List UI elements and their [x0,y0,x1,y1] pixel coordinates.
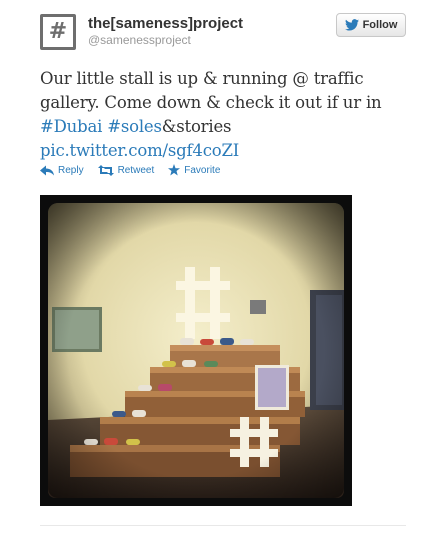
tweet-line-2: gallery. Come down & check it out if ur … [40,93,382,112]
favorite-action[interactable]: Favorite [168,164,220,176]
user-name[interactable]: the[sameness]project [88,15,243,32]
tweet-actions: Reply Retweet Favorite [40,164,220,176]
tweet-text: Our little stall is up & running @ traff… [40,67,420,163]
follow-label: Follow [362,19,398,31]
avatar-hash-icon: # [48,19,68,44]
retweet-label: Retweet [117,164,155,176]
favorite-label: Favorite [184,164,221,176]
tweet-suffix: &stories [161,117,232,136]
hashtag-dubai[interactable]: #Dubai [40,117,102,136]
follow-button[interactable]: Follow [336,13,406,37]
retweet-icon [97,164,114,176]
divider [40,525,406,526]
reply-label: Reply [58,164,84,176]
reply-arrow-icon [40,165,54,175]
reply-action[interactable]: Reply [40,164,84,176]
tweet-photo[interactable] [40,195,352,506]
avatar[interactable]: # [40,14,76,50]
retweet-action[interactable]: Retweet [97,164,155,176]
hashtag-soles[interactable]: #soles [107,117,162,136]
star-icon [168,164,181,176]
screen-name[interactable]: @samenessproject [88,33,191,47]
tweet-line-1: Our little stall is up & running @ traff… [40,69,364,88]
stall-photo [48,203,344,498]
twitter-bird-icon [344,19,359,31]
tweet-line-3: #Dubai #soles&stories [40,115,420,139]
pic-link[interactable]: pic.twitter.com/sgf4coZI [40,141,239,160]
